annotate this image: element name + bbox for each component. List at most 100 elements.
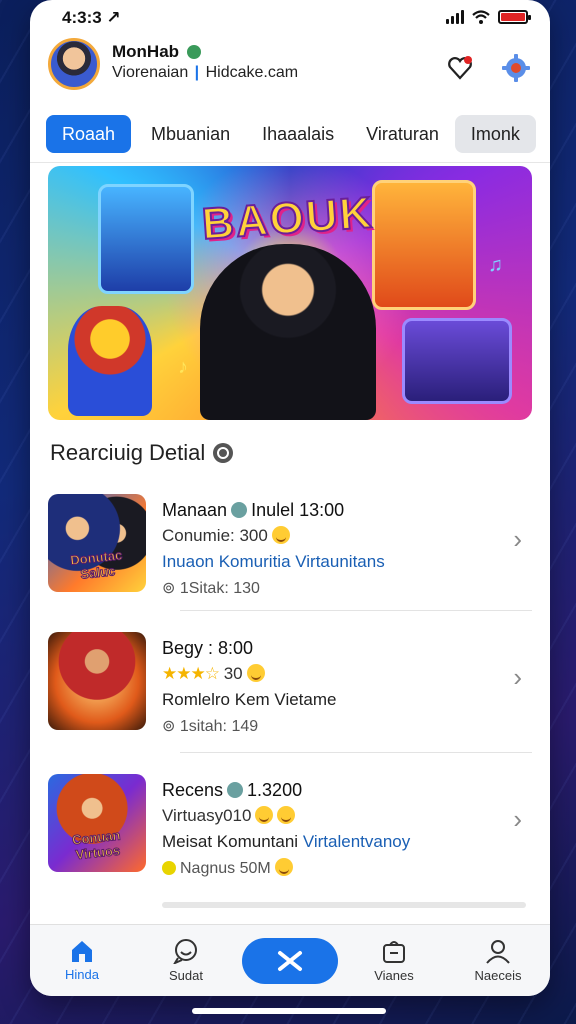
nav-home-label: Hinda	[65, 967, 99, 982]
user-subtitle: Viorenaian | Hidcake.cam	[112, 64, 298, 82]
item-title-text: Recens	[162, 780, 224, 800]
item-description: Romlelro Kem Vietame	[162, 690, 337, 709]
list-divider	[180, 610, 532, 611]
smile-emoji-icon	[255, 806, 274, 824]
star-rating-icon: ★★★☆	[162, 664, 220, 683]
item-meta: ⊚ 1sitah: 149	[162, 718, 259, 735]
nav-profile[interactable]: Naeceis	[458, 938, 538, 983]
settings-button[interactable]	[500, 52, 532, 84]
item-rating: ★★★☆ 30	[162, 664, 265, 684]
smile-emoji-icon	[271, 526, 290, 544]
item-thumbnail: Donutac Saluc	[48, 494, 146, 592]
chevron-right-icon[interactable]: ›	[513, 524, 522, 555]
smile-emoji-icon	[246, 664, 265, 682]
gear-icon	[502, 54, 530, 82]
thumbnail-label: Conuan Virtuos	[71, 827, 122, 863]
smile-emoji-icon	[277, 806, 296, 824]
home-indicator[interactable]	[192, 1008, 386, 1014]
emoji-icon	[186, 45, 201, 59]
subtitle-right: Hidcake.cam	[205, 64, 299, 81]
banner-hero-person	[200, 244, 376, 420]
status-icons	[446, 10, 531, 24]
item-title: Manaan Inulel 13:00	[162, 500, 344, 521]
list-item[interactable]: Donutac Saluc Manaan Inulel 13:00 Conumie…	[48, 494, 532, 614]
heart-notification-icon	[448, 56, 472, 80]
profile-header: MonHab Viorenaian | Hidcake.cam	[30, 36, 550, 96]
nav-chat-label: Sudat	[169, 968, 203, 983]
banner-pod-left	[98, 184, 194, 294]
banner-title: BAOUK	[199, 187, 375, 250]
item-thumbnail: Conuan Virtuos	[48, 774, 146, 872]
phone-screen: 4:3:3 ↗ MonHab Viorenaian | Hidcake.cam	[30, 0, 550, 996]
list-divider	[180, 752, 532, 753]
tab-ihaaalais[interactable]: Ihaaalais	[246, 115, 350, 153]
list-item[interactable]: Begy : 8:00 ★★★☆ 30 Romlelro Kem Vietame…	[48, 632, 532, 752]
chevron-right-icon[interactable]: ›	[513, 662, 522, 693]
nav-center[interactable]	[242, 937, 338, 984]
tab-mbuanian[interactable]: Mbuanian	[135, 115, 246, 153]
signal-icon	[446, 10, 464, 24]
profile-icon	[486, 940, 510, 964]
item-rating-value: 30	[223, 664, 243, 683]
banner-pod-bottom-right	[402, 318, 512, 404]
banner-robot-character	[68, 306, 152, 416]
category-tabs: Roaah Mbuanian Ihaaalais Viraturan Imonk	[46, 114, 536, 154]
chevron-right-icon[interactable]: ›	[513, 804, 522, 835]
item-title: Recens 1.3200	[162, 780, 302, 801]
nav-profile-label: Naeceis	[474, 968, 522, 983]
item-title-text: Manaan	[162, 500, 228, 520]
user-name-text: MonHab	[112, 42, 180, 61]
tab-viraturan[interactable]: Viraturan	[350, 115, 455, 153]
item-community-link[interactable]: Inuaon Komuritia Virtaunitans	[162, 552, 385, 572]
status-time: 4:3:3 ↗	[62, 8, 121, 27]
item-title-rest: 1.3200	[247, 780, 303, 800]
tab-roaah[interactable]: Roaah	[46, 115, 132, 153]
thumbnail-label: Donutac Saluc	[69, 547, 123, 582]
item-subtitle: Virtuasy010	[162, 806, 296, 826]
item-community-link[interactable]: Virtalentvanoy	[303, 832, 410, 851]
list-item[interactable]: Conuan Virtuos Recens 1.3200 Virtuasy010 …	[48, 774, 532, 894]
scroll-progress-bar	[162, 902, 526, 908]
nav-chat[interactable]: Sudat	[146, 938, 226, 983]
item-meta-text: Nagnus 50M	[180, 860, 271, 877]
item-community-line: Meisat Komuntani Virtalentvanoy	[162, 832, 410, 852]
nav-shop[interactable]: Vianes	[354, 938, 434, 983]
globe-icon	[213, 443, 234, 463]
music-note-icon: ♪	[178, 356, 188, 378]
lemon-icon	[162, 861, 176, 875]
item-subtitle: Conumie: 300	[162, 526, 290, 546]
badge-icon	[227, 782, 244, 798]
battery-icon	[498, 10, 531, 24]
section-title-text: Rearciuig Detial	[50, 440, 206, 465]
x-logo-icon	[278, 950, 302, 971]
subtitle-separator: |	[194, 64, 200, 81]
notification-heart-button[interactable]	[444, 52, 476, 84]
chat-smile-icon	[173, 939, 197, 964]
item-thumbnail	[48, 632, 146, 730]
nav-home[interactable]: Hinda	[42, 939, 122, 982]
wifi-icon	[472, 10, 490, 24]
center-action-button[interactable]	[242, 937, 338, 984]
bag-icon	[383, 941, 405, 963]
tabs-divider	[30, 162, 550, 163]
tab-imonk[interactable]: Imonk	[454, 115, 536, 153]
music-note-icon: ♫	[488, 254, 503, 276]
item-title-rest: Inulel 13:00	[251, 500, 345, 520]
smile-emoji-icon	[274, 858, 293, 876]
nav-shop-label: Vianes	[374, 968, 414, 983]
status-bar: 4:3:3 ↗	[30, 0, 550, 34]
badge-icon	[231, 502, 248, 518]
item-title: Begy : 8:00	[162, 638, 254, 658]
item-meta: Nagnus 50M	[162, 858, 293, 878]
user-name: MonHab	[112, 42, 201, 62]
avatar[interactable]	[48, 38, 100, 90]
item-meta: ⊚ 1Sitak: 130	[162, 580, 260, 597]
item-subtitle-text: Virtuasy010	[162, 806, 252, 825]
bottom-navigation: Hinda Sudat Vianes Naeceis	[30, 924, 550, 996]
section-title: Rearciuig Detial	[50, 440, 234, 466]
featured-banner[interactable]: BAOUK ♪ ♫	[48, 166, 532, 420]
item-community-text: Meisat Komuntani	[162, 832, 299, 851]
home-icon	[72, 941, 92, 962]
subtitle-left: Viorenaian	[112, 64, 189, 81]
item-subtitle-text: Conumie: 300	[162, 526, 268, 545]
